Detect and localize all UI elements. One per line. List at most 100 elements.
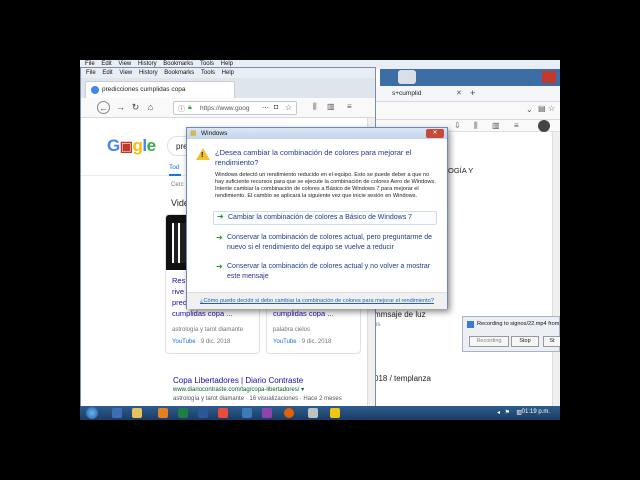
- background-heading: OGÍA Y: [448, 166, 474, 175]
- google-favicon-icon: [91, 86, 99, 94]
- arrow-right-icon: ➜: [216, 233, 223, 242]
- dialog-title: Windows: [201, 130, 228, 137]
- video-channel: astrología y tarot diamante: [172, 327, 244, 333]
- menu-history[interactable]: History: [139, 68, 158, 78]
- start-button[interactable]: [86, 407, 98, 419]
- decorative-image: [398, 70, 416, 84]
- word-icon[interactable]: [198, 408, 208, 418]
- background-snippet-1: mmsaje de luz: [374, 310, 426, 319]
- pocket-icon[interactable]: ◘: [274, 104, 278, 111]
- background-snippet-2: 018 / templanza: [374, 374, 431, 383]
- option-label: Cambiar la combinación de colores a Bási…: [228, 214, 413, 221]
- option-keep-ask-again[interactable]: ➜ Conservar la combinación de colores ac…: [213, 233, 437, 253]
- url-text: https://www.goog: [200, 105, 250, 112]
- library-icon[interactable]: ⫼: [313, 102, 317, 112]
- menu-bookmarks[interactable]: Bookmarks: [164, 68, 194, 78]
- ie-icon[interactable]: [112, 408, 122, 418]
- warning-task-icon[interactable]: [330, 408, 340, 418]
- recording-status-button[interactable]: Recording: [469, 336, 509, 347]
- star-icon[interactable]: ☆: [548, 104, 555, 113]
- menu-help[interactable]: Help: [222, 68, 234, 78]
- windows-logo-icon: ▦: [190, 130, 197, 137]
- url-bar[interactable]: ⓘ 🔒︎ https://www.goog ⋯ ◘ ☆: [173, 101, 297, 115]
- home-button[interactable]: ⌂: [144, 101, 157, 114]
- chrome-icon[interactable]: [218, 408, 228, 418]
- result-stats: Cerc: [171, 182, 184, 188]
- tab-title: predicciones cumplidas copa: [102, 86, 186, 93]
- tab-search[interactable]: predicciones cumplidas copa: [85, 81, 235, 98]
- flag-icon[interactable]: ⚑: [505, 409, 510, 416]
- reload-button[interactable]: ↻: [129, 101, 142, 114]
- download-icon[interactable]: ⇩: [454, 121, 461, 130]
- app-icon[interactable]: [262, 408, 272, 418]
- result-title-link[interactable]: Copa Libertadores | Diario Contraste: [173, 376, 303, 385]
- arrow-right-icon: ➜: [216, 262, 223, 271]
- active-tab-indicator: [169, 174, 181, 176]
- menu-icon[interactable]: ≡: [347, 102, 352, 111]
- recording-title: Recording to signos/22.mp4 from: [477, 321, 560, 327]
- stop-button[interactable]: Stop: [511, 336, 539, 347]
- dialog-titlebar: ▦ Windows ✕: [187, 128, 447, 139]
- firefox-icon[interactable]: [284, 408, 294, 418]
- close-icon[interactable]: [542, 71, 556, 83]
- folder-icon[interactable]: [132, 408, 142, 418]
- background-toolbar: ⌄ ▤ ☆: [370, 102, 560, 120]
- option-label: Conservar la combinación de colores actu…: [227, 234, 433, 251]
- arrow-right-icon: ➜: [217, 212, 224, 221]
- app-icon[interactable]: [308, 408, 318, 418]
- sidebar-icon[interactable]: ▥: [492, 121, 500, 130]
- dialog-footer: ¿Cómo puedo decidir si debo cambiar la c…: [187, 292, 447, 309]
- option-label: Conservar la combinación de colores actu…: [227, 263, 431, 280]
- reader-icon[interactable]: ▤: [538, 104, 546, 113]
- media-icon[interactable]: [158, 408, 168, 418]
- back-button[interactable]: ←: [97, 101, 110, 114]
- recording-window[interactable]: Recording to signos/22.mp4 from Recordin…: [462, 316, 560, 352]
- color-scheme-dialog[interactable]: ▦ Windows ✕ ! ¿Desea cambiar la combinac…: [186, 127, 448, 309]
- menu-file[interactable]: File: [86, 68, 96, 78]
- option-change-scheme[interactable]: ➜ Cambiar la combinación de colores a Bá…: [213, 211, 437, 225]
- chevron-down-icon[interactable]: ⌄: [526, 105, 533, 114]
- video-title[interactable]: cumplidas copa ...: [273, 308, 333, 319]
- avatar[interactable]: [538, 120, 550, 132]
- sidebar-icon[interactable]: ▥: [327, 102, 335, 111]
- menu-edit[interactable]: Edit: [102, 68, 112, 78]
- forward-button[interactable]: →: [114, 101, 127, 114]
- option-keep-no-message[interactable]: ➜ Conservar la combinación de colores ac…: [213, 262, 437, 282]
- bookmark-star-icon[interactable]: ☆: [285, 103, 292, 112]
- front-menu-bar: File Edit View History Bookmarks Tools H…: [81, 68, 375, 78]
- library-icon[interactable]: ⫼: [474, 121, 478, 131]
- background-scrollbar[interactable]: [552, 132, 560, 418]
- background-tab-bar: s+cumplid ✕ +: [370, 86, 560, 102]
- dialog-close-button[interactable]: ✕: [426, 129, 444, 138]
- clock[interactable]: 01:19 p.m.: [522, 409, 550, 415]
- close-tab-icon[interactable]: ✕: [456, 89, 462, 97]
- menu-tools[interactable]: Tools: [201, 68, 215, 78]
- excel-icon[interactable]: [178, 408, 188, 418]
- tab-all[interactable]: Tod: [169, 164, 179, 171]
- menu-icon[interactable]: ≡: [514, 121, 519, 130]
- result-snippet: astrología y tarot diamante · 16 visuali…: [173, 396, 342, 402]
- taskbar: ◂ ⚑ ▥ 01:19 p.m.: [80, 406, 560, 420]
- video-meta: YouTube · 9 dic. 2018: [172, 339, 231, 345]
- tab-strip: predicciones cumplidas copa: [81, 78, 375, 98]
- recording-extra-button[interactable]: St: [543, 336, 560, 347]
- video-channel: palabra cielos: [273, 327, 311, 333]
- ellipsis-icon[interactable]: ⋯: [262, 104, 269, 112]
- lock-icon: 🔒︎: [188, 104, 192, 111]
- video-meta: YouTube · 9 dic. 2018: [273, 339, 332, 345]
- menu-view[interactable]: View: [119, 68, 132, 78]
- recorder-icon: [467, 321, 474, 328]
- dialog-body: Windows detectó un rendimiento reducido …: [215, 172, 436, 199]
- volume-icon[interactable]: ◂: [497, 409, 500, 416]
- background-tab-title[interactable]: s+cumplid: [392, 90, 421, 97]
- result-url: www.diariocontraste.com/tag/copa-liberta…: [173, 387, 305, 393]
- dialog-heading: ¿Desea cambiar la combinación de colores…: [215, 148, 412, 167]
- warning-mark: !: [201, 152, 204, 159]
- navigation-toolbar: ← → ↻ ⌂ ⓘ 🔒︎ https://www.goog ⋯ ◘ ☆ ⫼ ▥ …: [81, 98, 375, 118]
- desktop: File Edit View History Bookmarks Tools H…: [80, 60, 560, 420]
- info-icon[interactable]: ⓘ: [178, 104, 185, 114]
- help-link[interactable]: ¿Cómo puedo decidir si debo cambiar la c…: [200, 298, 434, 304]
- google-logo[interactable]: G▣gle: [107, 136, 156, 156]
- app-icon[interactable]: [242, 408, 252, 418]
- new-tab-icon[interactable]: +: [470, 88, 475, 98]
